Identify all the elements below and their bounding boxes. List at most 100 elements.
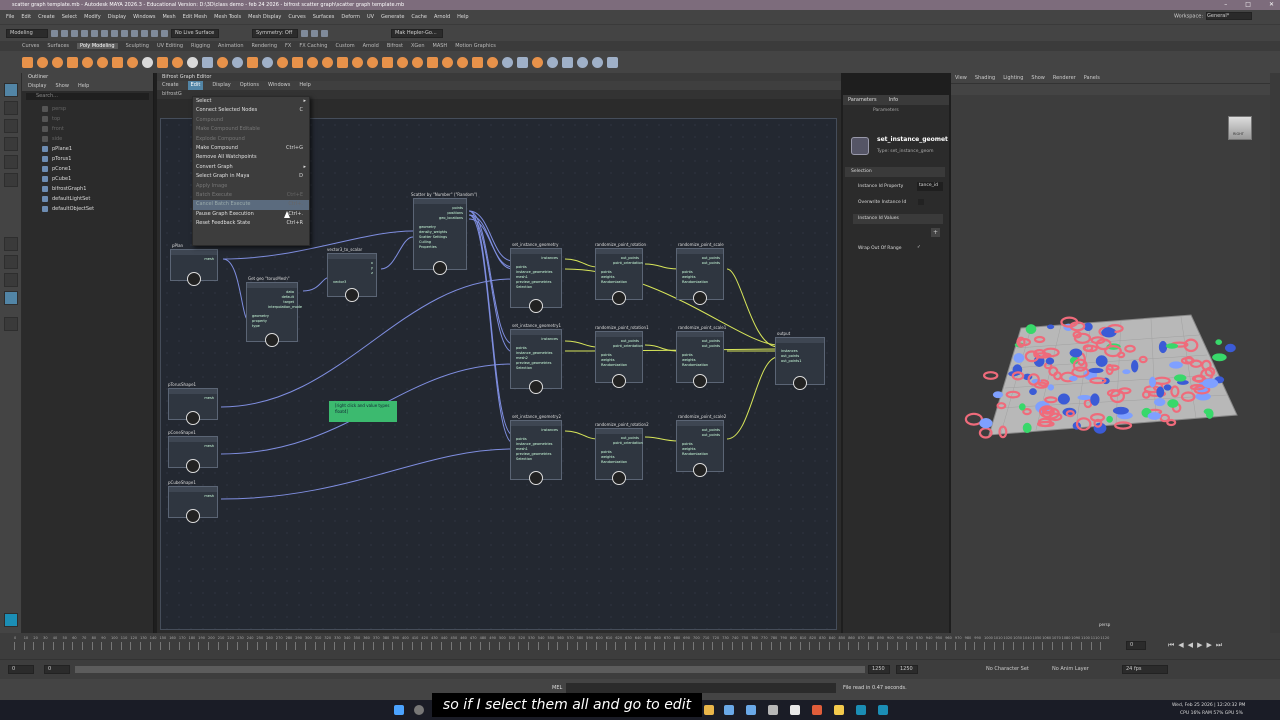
maximize-icon[interactable]: □ <box>1245 0 1251 10</box>
node-input-port[interactable]: preview_geometries <box>516 280 551 284</box>
edit-menu-item-reset-feedback-state[interactable]: Reset Feedback State Ctrl+R <box>193 219 309 228</box>
shelf-tool-icon[interactable] <box>382 56 393 68</box>
shelf-tool-icon[interactable] <box>592 56 603 68</box>
outliner-item[interactable]: pCone1 <box>22 164 153 174</box>
node-output-port[interactable]: point_orientation <box>613 344 643 348</box>
shelf-tool-icon[interactable] <box>22 56 33 68</box>
node-preview-icon[interactable] <box>612 374 626 388</box>
node-output-port[interactable]: instances <box>532 428 558 432</box>
move-tool-icon[interactable] <box>4 137 18 151</box>
menu-modify[interactable]: Modify <box>84 14 101 20</box>
node-preview-icon[interactable] <box>433 261 447 275</box>
node-input-port[interactable]: points <box>516 346 527 350</box>
node-preview-icon[interactable] <box>693 374 707 388</box>
outliner-item[interactable]: pCube1 <box>22 174 153 184</box>
shelf-tool-icon[interactable] <box>442 56 453 68</box>
select-object-icon[interactable] <box>111 29 118 37</box>
menu-select[interactable]: Select <box>62 14 77 20</box>
node-input-port[interactable]: mesh2 <box>516 356 528 360</box>
tab-parameters[interactable]: Parameters <box>848 95 877 105</box>
node-output-port[interactable]: out_points <box>694 261 720 265</box>
node-input-port[interactable]: type <box>252 324 260 328</box>
shelf-tool-icon[interactable] <box>157 56 168 68</box>
shelf-tool-icon[interactable] <box>292 56 303 68</box>
node-output-port[interactable]: points <box>437 206 463 210</box>
node-input-port[interactable]: instance_geometries <box>516 442 552 446</box>
node-input-port[interactable]: geometry <box>419 225 436 229</box>
instance-id-values-row[interactable]: Instance Id Values <box>853 214 943 224</box>
node-input-port[interactable]: Culling <box>419 240 431 244</box>
view-cube[interactable]: RIGHT <box>1228 116 1252 140</box>
node-preview-icon[interactable] <box>612 291 626 305</box>
shelf-tool-icon[interactable] <box>172 56 183 68</box>
select-tool-icon[interactable] <box>4 83 18 97</box>
outliner-item[interactable]: bifrostGraph1 <box>22 184 153 194</box>
viewport-menu-renderer[interactable]: Renderer <box>1053 73 1076 83</box>
render-settings-icon[interactable] <box>321 29 328 37</box>
node-preview-icon[interactable] <box>186 459 200 473</box>
viewport-panel[interactable]: View Shading Lighting Show Renderer Panels RI… <box>951 73 1270 633</box>
shelf-tool-icon[interactable] <box>607 56 618 68</box>
shelf-tab-animation[interactable]: Animation <box>218 43 244 49</box>
node-input-port[interactable]: preview_geometries <box>516 361 551 365</box>
node-output-port[interactable]: mesh <box>188 257 214 261</box>
shelf-tool-icon[interactable] <box>457 56 468 68</box>
node-output-port[interactable]: interpolation_mode <box>268 305 302 309</box>
ipr-icon[interactable] <box>311 29 318 37</box>
symmetry-dropdown[interactable]: Symmetry: Off <box>252 28 298 38</box>
anim-layer-label[interactable]: No Anim Layer <box>1052 666 1089 672</box>
menu-arnold[interactable]: Arnold <box>434 14 450 20</box>
outliner-item[interactable]: top <box>22 114 153 124</box>
node-input-port[interactable]: weights <box>682 447 696 451</box>
node-input-port[interactable]: points <box>682 270 693 274</box>
current-frame-field[interactable]: 0 <box>1126 641 1146 650</box>
menu-mesh[interactable]: Mesh <box>162 14 175 20</box>
shelf-tool-icon[interactable] <box>37 56 48 68</box>
shelf-tab-sculpting[interactable]: Sculpting <box>126 43 149 49</box>
minimize-icon[interactable]: – <box>1224 0 1227 10</box>
tab-info[interactable]: Info <box>889 95 898 105</box>
menu-edit[interactable]: Edit <box>21 14 31 20</box>
search-icon[interactable] <box>4 317 18 331</box>
shelf-tab-bifrost[interactable]: Bifrost <box>387 43 403 49</box>
app-icon-7[interactable] <box>834 705 844 715</box>
shelf-tool-icon[interactable] <box>322 56 333 68</box>
node-output-port[interactable]: positions <box>437 211 463 215</box>
shelf-tool-icon[interactable] <box>52 56 63 68</box>
shelf-tool-icon[interactable] <box>352 56 363 68</box>
shelf-tool-icon[interactable] <box>397 56 408 68</box>
node-preview-icon[interactable] <box>186 509 200 523</box>
outliner-item[interactable]: defaultLightSet <box>22 194 153 204</box>
node-output-port[interactable]: out_points <box>613 436 639 440</box>
node-output-port[interactable]: out_points <box>694 344 720 348</box>
node-input-port[interactable]: out_points <box>781 354 799 358</box>
app-icon-5[interactable] <box>790 705 800 715</box>
shelf-tab-fx-caching[interactable]: FX Caching <box>299 43 327 49</box>
edit-menu-item-connect-selected-nodes[interactable]: Connect Selected Nodes C <box>193 106 309 115</box>
menu-edit-mesh[interactable]: Edit Mesh <box>183 14 207 20</box>
node-output-port[interactable]: data <box>268 290 294 294</box>
node-preview-icon[interactable] <box>187 272 201 286</box>
node-input-port[interactable]: weights <box>682 275 696 279</box>
range-bar[interactable] <box>75 666 865 673</box>
bifrost-menu-options[interactable]: Options <box>240 81 259 90</box>
node-input-port[interactable]: points <box>682 353 693 357</box>
mode-dropdown[interactable]: Modeling <box>6 28 48 38</box>
node-output-port[interactable]: instances <box>532 337 558 341</box>
app-icon-8[interactable] <box>856 705 866 715</box>
node-input-port[interactable]: Properties <box>419 245 437 249</box>
scale-tool-icon[interactable] <box>4 173 18 187</box>
shelf-tool-icon[interactable] <box>367 56 378 68</box>
shelf-tool-icon[interactable] <box>547 56 558 68</box>
range-inner-start-field[interactable]: 0 <box>44 665 70 674</box>
app-icon-6[interactable] <box>812 705 822 715</box>
menu-generate[interactable]: Generate <box>381 14 404 20</box>
menu-uv[interactable]: UV <box>367 14 374 20</box>
node-input-port[interactable]: vector3 <box>333 280 346 284</box>
node-preview-icon[interactable] <box>529 380 543 394</box>
node-input-port[interactable]: points <box>682 442 693 446</box>
app-icon-1[interactable] <box>704 705 714 715</box>
shelf-tool-icon[interactable] <box>412 56 423 68</box>
node-input-port[interactable]: geometry <box>252 314 269 318</box>
node-input-port[interactable]: Selection <box>516 457 532 461</box>
